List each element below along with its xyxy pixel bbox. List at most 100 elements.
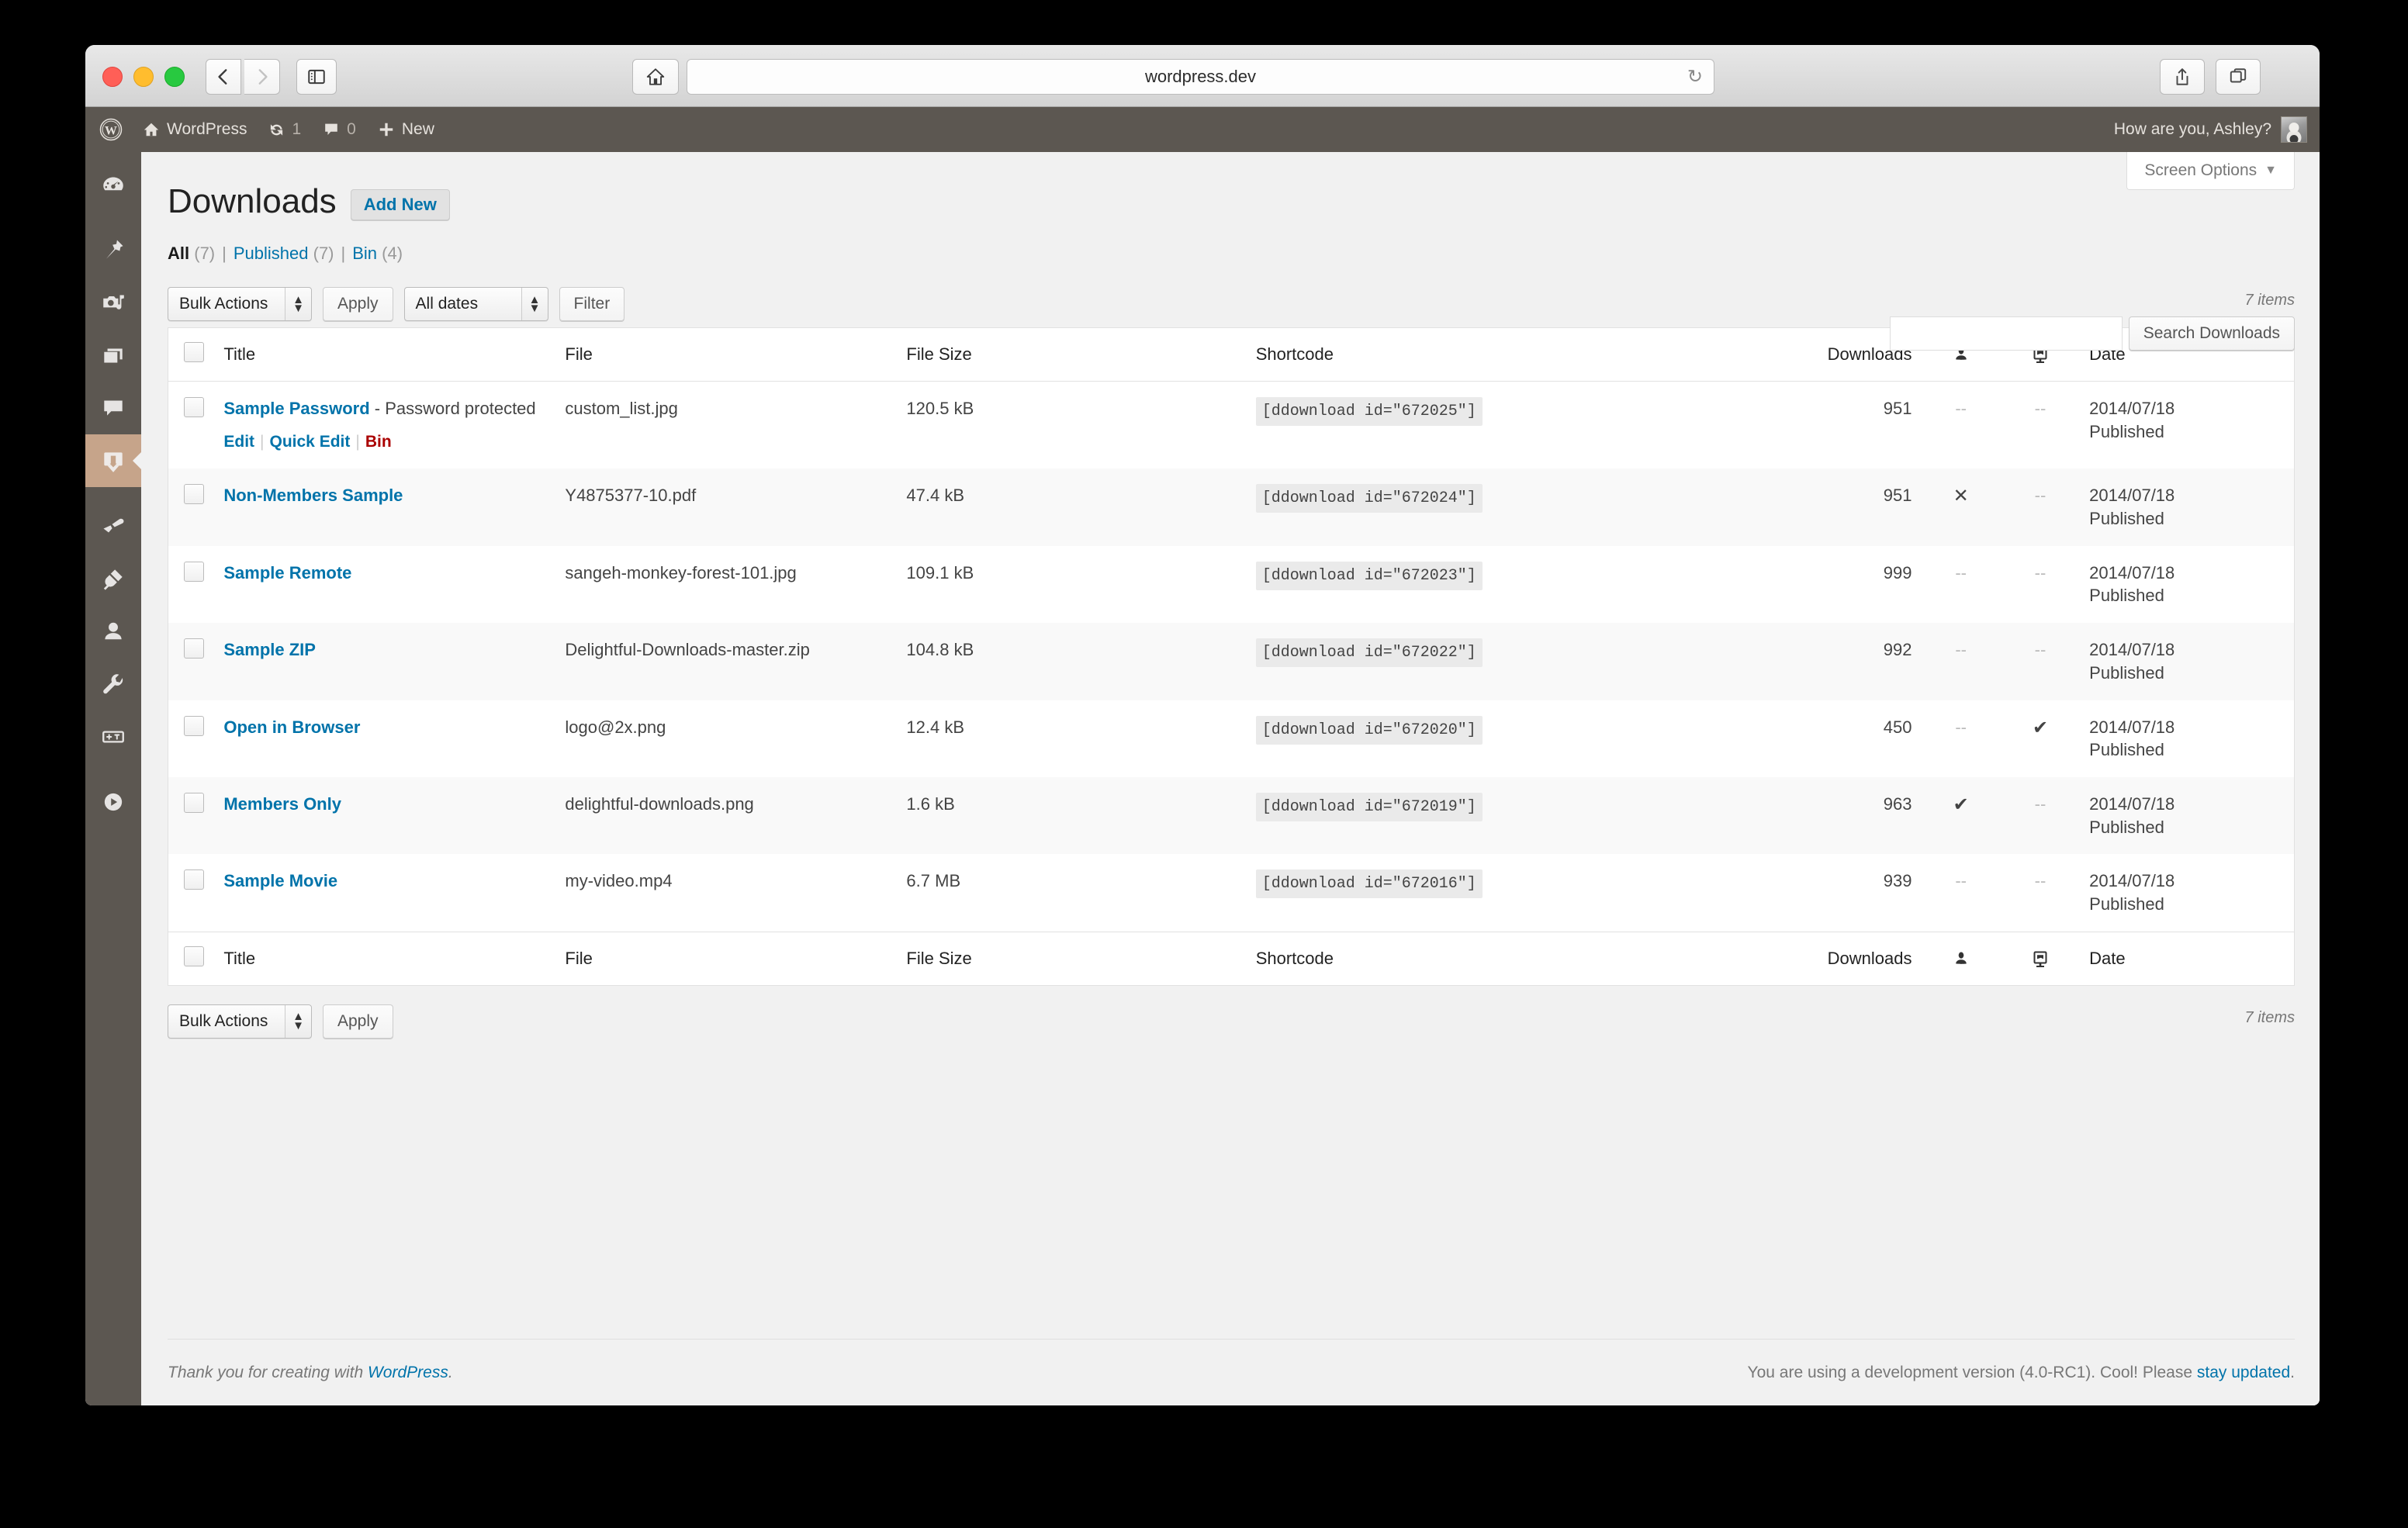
column-footer-title[interactable]: Title [214,931,556,986]
adminbar-updates[interactable]: 1 [258,107,312,152]
address-bar[interactable]: wordpress.dev ↻ [687,59,1714,95]
row-checkbox[interactable] [184,869,204,890]
wordpress-logo-icon: W [99,118,123,141]
footer-wordpress-link[interactable]: WordPress [368,1364,448,1381]
sidebar-toggle-button[interactable] [296,59,337,95]
row-action-quick-edit[interactable]: Quick Edit [270,433,351,451]
download-title-link[interactable]: Non-Members Sample [223,486,403,505]
show-tabs-button[interactable] [2216,59,2261,95]
column-footer-shortcode[interactable]: Shortcode [1246,931,1723,986]
shortcode-value[interactable]: [ddownload id="672024"] [1255,484,1483,513]
row-select-cell[interactable] [168,854,215,932]
add-new-button[interactable]: Add New [350,189,450,221]
row-checkbox[interactable] [184,561,204,582]
row-select-cell[interactable] [168,623,215,700]
sidebar-item-users[interactable] [85,605,141,658]
row-select-cell[interactable] [168,468,215,545]
column-footer-date[interactable]: Date [2080,931,2295,986]
download-title-link[interactable]: Sample Password [223,399,369,418]
select-all-checkbox-footer[interactable] [184,945,204,966]
select-all-checkbox[interactable] [184,342,204,363]
column-header-shortcode[interactable]: Shortcode [1246,327,1723,382]
sidebar-item-appearance[interactable] [85,500,141,552]
row-checkbox[interactable] [184,397,204,418]
column-header-file-size[interactable]: File Size [897,327,1247,382]
reload-icon[interactable]: ↻ [1687,66,1703,88]
row-checkbox[interactable] [184,715,204,736]
shortcode-value[interactable]: [ddownload id="672023"] [1255,561,1483,590]
cell-file-size: 6.7 MB [906,871,961,891]
row-select-cell[interactable] [168,700,215,777]
shortcode-value[interactable]: [ddownload id="672022"] [1255,638,1483,668]
view-link-published-label[interactable]: Published [234,244,309,263]
share-button[interactable] [2160,59,2205,95]
view-link-published[interactable]: Published (7) [234,244,334,264]
adminbar-account[interactable]: How are you, Ashley? [2114,107,2320,152]
plug-icon [103,569,123,590]
adminbar-comments[interactable]: 0 [312,107,367,152]
column-header-file[interactable]: File [555,327,898,382]
row-checkbox[interactable] [184,638,204,659]
adminbar-site-name[interactable]: WordPress [132,107,258,152]
sidebar-item-comments[interactable] [85,382,141,434]
footer-version: You are using a development version (4.0… [1748,1364,2296,1382]
column-footer-members[interactable] [1921,931,2001,986]
view-link-all[interactable]: All (7) [168,244,215,264]
cell-shortcode: [ddownload id="672024"] [1247,468,1723,545]
download-title-link[interactable]: Open in Browser [223,717,360,737]
sidebar-item-collapse-menu[interactable] [85,776,141,828]
apply-button-bottom[interactable]: Apply [323,1004,393,1039]
footer-thanks-suffix: . [448,1363,453,1381]
view-link-all-label[interactable]: All [168,244,189,263]
select-all-footer[interactable] [168,931,215,986]
column-footer-open-in-browser[interactable] [2000,931,2081,986]
sidebar-item-posts[interactable] [85,223,141,276]
date-filter-select[interactable]: All dates ▲ ▼ [403,287,548,322]
download-title-link[interactable]: Members Only [223,794,341,814]
shortcode-value[interactable]: [ddownload id="672025"] [1255,397,1483,427]
close-window-button[interactable] [102,67,123,87]
filter-button[interactable]: Filter [559,287,625,322]
sidebar-item-plugins[interactable] [85,552,141,605]
column-footer-downloads[interactable]: Downloads [1722,931,1922,986]
sidebar-item-settings[interactable] [85,710,141,763]
minimize-window-button[interactable] [133,67,154,87]
column-footer-file[interactable]: File [555,931,898,986]
shortcode-value[interactable]: [ddownload id="672019"] [1255,792,1483,821]
sidebar-item-media[interactable] [85,276,141,329]
row-checkbox[interactable] [184,792,204,813]
shortcode-value[interactable]: [ddownload id="672020"] [1255,715,1483,745]
forward-button[interactable] [244,59,280,95]
view-link-bin[interactable]: Bin (4) [352,244,403,264]
sidebar-item-downloads[interactable] [85,434,141,487]
apply-button-top[interactable]: Apply [323,287,393,322]
bulk-actions-select-top[interactable]: Bulk Actions ▲ ▼ [168,287,312,322]
column-header-title[interactable]: Title [214,327,556,382]
row-action-bin[interactable]: Bin [365,433,392,451]
sidebar-item-pages[interactable] [85,329,141,382]
view-link-bin-label[interactable]: Bin [352,244,377,263]
bulk-actions-select-bottom[interactable]: Bulk Actions ▲ ▼ [168,1004,312,1039]
sidebar-item-dashboard[interactable] [85,158,141,211]
select-all-header[interactable] [168,327,215,382]
sidebar-item-tools[interactable] [85,658,141,710]
post-status: Published [2089,422,2164,442]
adminbar-new-content[interactable]: New [367,107,445,152]
screen-options-toggle[interactable]: Screen Options ▼ [2126,152,2295,190]
back-button[interactable] [206,59,241,95]
maximize-window-button[interactable] [164,67,185,87]
empty-value: -- [2034,399,2046,419]
download-title-link[interactable]: Sample Movie [223,871,337,890]
home-button[interactable] [632,59,679,95]
row-select-cell[interactable] [168,777,215,854]
stay-updated-link[interactable]: stay updated [2197,1364,2290,1381]
shortcode-value[interactable]: [ddownload id="672016"] [1255,869,1483,899]
download-title-link[interactable]: Sample ZIP [223,640,316,659]
adminbar-wp-logo[interactable]: W [85,107,132,152]
column-footer-file-size[interactable]: File Size [897,931,1247,986]
download-title-link[interactable]: Sample Remote [223,563,351,583]
row-select-cell[interactable] [168,382,215,469]
row-action-edit[interactable]: Edit [223,433,254,451]
row-select-cell[interactable] [168,546,215,623]
row-checkbox[interactable] [184,484,204,505]
